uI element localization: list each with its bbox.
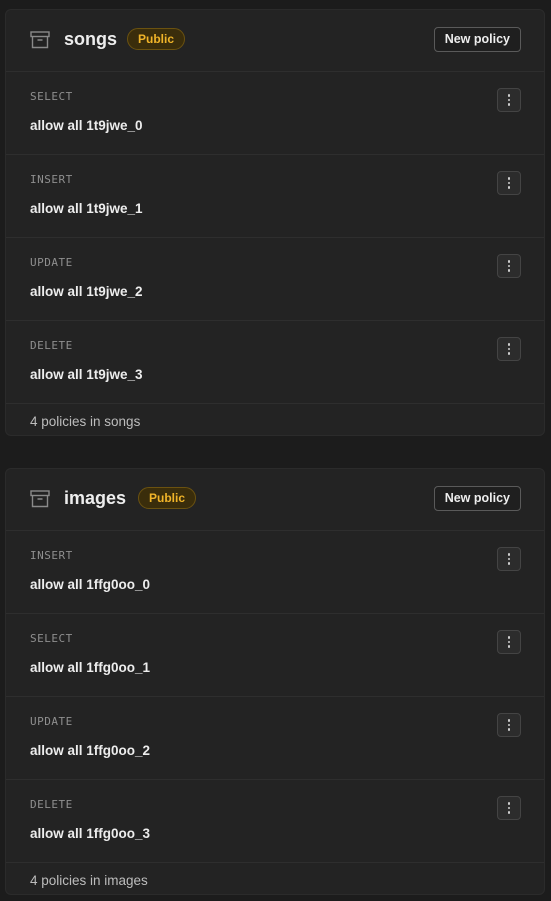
policy-command: UPDATE xyxy=(30,256,73,269)
archive-icon xyxy=(30,31,50,49)
policy-count: 4 policies in images xyxy=(30,873,148,888)
new-policy-button[interactable]: New policy xyxy=(433,27,521,52)
policy-command: SELECT xyxy=(30,632,73,645)
more-vertical-icon[interactable] xyxy=(497,547,521,571)
policy-name: allow all 1t9jwe_1 xyxy=(30,201,143,216)
more-vertical-icon[interactable] xyxy=(497,630,521,654)
policy-row[interactable]: SELECT allow all 1ffg0oo_1 xyxy=(6,614,544,697)
policy-row[interactable]: DELETE allow all 1t9jwe_3 xyxy=(6,321,544,404)
policy-count: 4 policies in songs xyxy=(30,414,141,429)
policy-row[interactable]: INSERT allow all 1t9jwe_1 xyxy=(6,155,544,238)
policy-name: allow all 1t9jwe_2 xyxy=(30,284,143,299)
policy-name: allow all 1t9jwe_3 xyxy=(30,367,143,382)
policy-command: DELETE xyxy=(30,798,73,811)
policy-name: allow all 1t9jwe_0 xyxy=(30,118,143,133)
policy-name: allow all 1ffg0oo_1 xyxy=(30,660,151,675)
new-policy-button[interactable]: New policy xyxy=(433,486,521,511)
policy-row[interactable]: SELECT allow all 1t9jwe_0 xyxy=(6,72,544,155)
more-vertical-icon[interactable] xyxy=(497,796,521,820)
policy-name: allow all 1ffg0oo_0 xyxy=(30,577,151,592)
policy-card-songs: songs Public New policy SELECT allow all… xyxy=(5,9,545,436)
more-vertical-icon[interactable] xyxy=(497,171,521,195)
public-badge: Public xyxy=(138,487,197,509)
table-name: images xyxy=(64,488,127,508)
more-vertical-icon[interactable] xyxy=(497,713,521,737)
policy-row[interactable]: INSERT allow all 1ffg0oo_0 xyxy=(6,531,544,614)
policy-name: allow all 1ffg0oo_2 xyxy=(30,743,151,758)
public-badge: Public xyxy=(127,28,186,50)
policy-row[interactable]: UPDATE allow all 1t9jwe_2 xyxy=(6,238,544,321)
policy-name: allow all 1ffg0oo_3 xyxy=(30,826,151,841)
policy-command: INSERT xyxy=(30,173,73,186)
more-vertical-icon[interactable] xyxy=(497,337,521,361)
policy-row[interactable]: UPDATE allow all 1ffg0oo_2 xyxy=(6,697,544,780)
more-vertical-icon[interactable] xyxy=(497,254,521,278)
policy-row[interactable]: DELETE allow all 1ffg0oo_3 xyxy=(6,780,544,863)
card-header: images Public New policy xyxy=(6,469,544,531)
policy-command: INSERT xyxy=(30,549,73,562)
policy-card-images: images Public New policy INSERT allow al… xyxy=(5,468,545,895)
table-name: songs xyxy=(64,29,118,49)
policy-command: DELETE xyxy=(30,339,73,352)
policy-command: UPDATE xyxy=(30,715,73,728)
more-vertical-icon[interactable] xyxy=(497,88,521,112)
archive-icon xyxy=(30,490,50,508)
card-header: songs Public New policy xyxy=(6,10,544,72)
policy-command: SELECT xyxy=(30,90,73,103)
